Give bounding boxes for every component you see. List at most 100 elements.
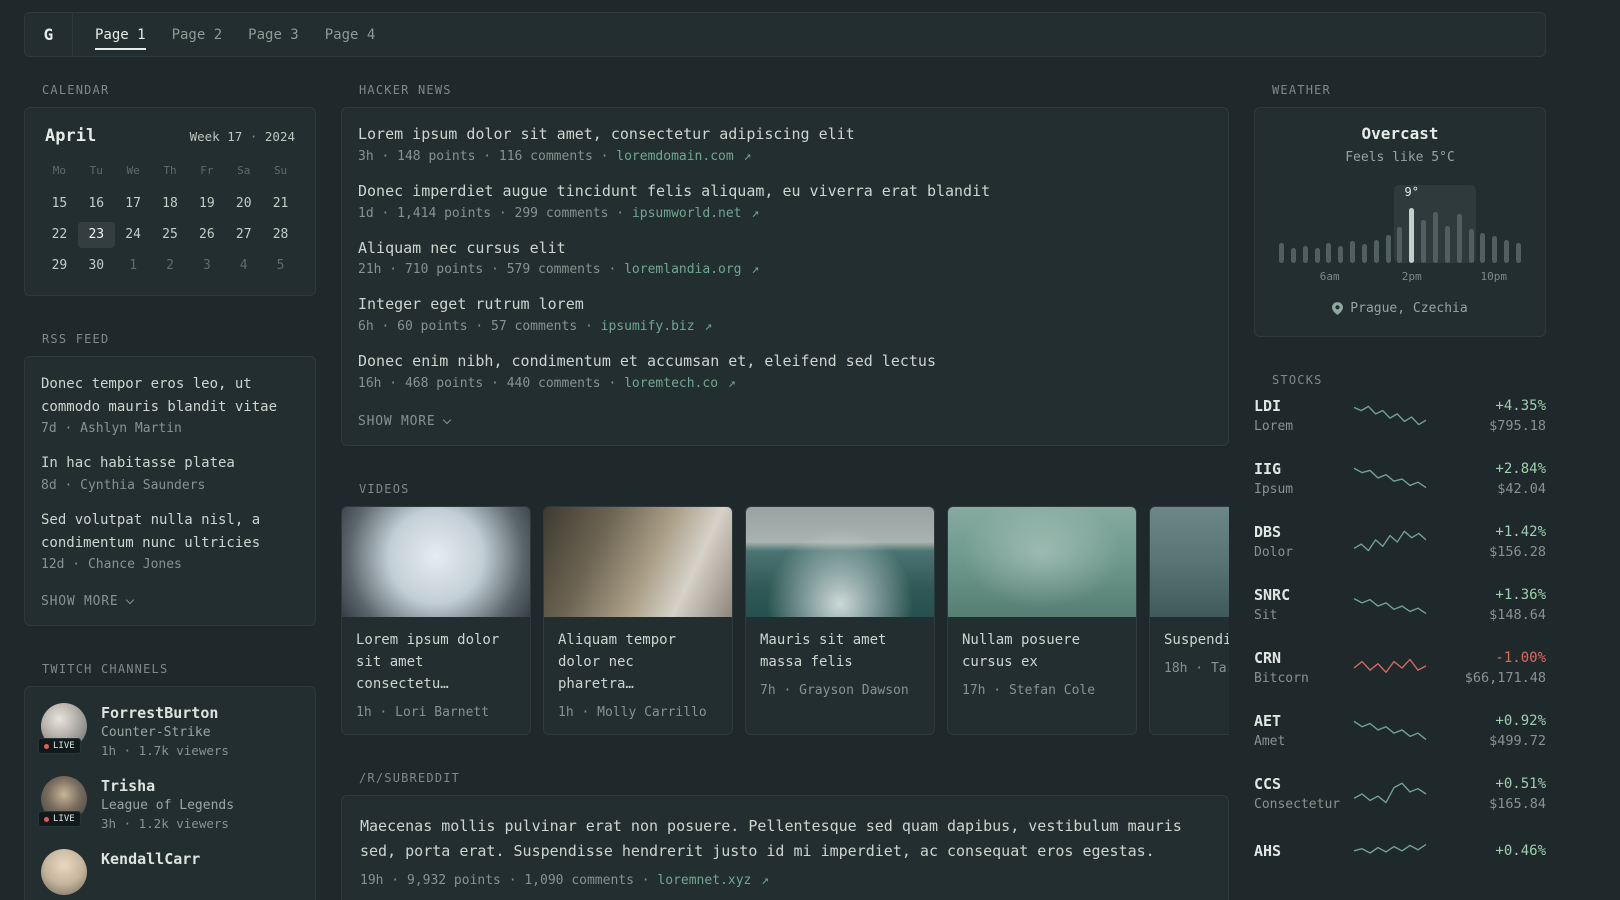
calendar-day: 22: [51, 227, 68, 242]
stock-row[interactable]: SNRC Sit +1.36% $148.64: [1254, 586, 1546, 623]
calendar-days-grid: 15 16 17 18 19 20 21 22 23 24 25 26 27 2…: [41, 191, 299, 279]
rss-item-title[interactable]: In hac habitasse platea: [41, 455, 235, 471]
twitch-channel-row[interactable]: LIVE ForrestBurton Counter-Strike 1h · 1…: [38, 703, 299, 758]
video-thumbnail[interactable]: [544, 506, 732, 617]
weather-feels-like: Feels like 5°C: [1345, 150, 1455, 165]
stock-row[interactable]: LDI Lorem +4.35% $795.18: [1254, 397, 1546, 434]
weather-bar: [1492, 236, 1498, 263]
hn-item-stats: 16h · 468 points · 440 comments ·: [358, 375, 625, 391]
stock-id: LDI Lorem: [1254, 397, 1346, 434]
video-thumbnail[interactable]: [1150, 506, 1229, 617]
calendar-day: 19: [199, 196, 215, 211]
twitch-channel-row[interactable]: LIVE Trisha League of Legends 3h · 1.2k …: [38, 776, 299, 832]
calendar-day: 17: [125, 196, 141, 211]
stock-row[interactable]: CRN Bitcorn -1.00% $66,171.48: [1254, 649, 1546, 686]
hn-item-domain-link[interactable]: loremdomain.com ↗: [616, 149, 751, 164]
weather-bar: [1290, 247, 1296, 263]
calendar-day-next-month: 5: [276, 258, 285, 273]
channel-meta: 3h · 1.2k viewers: [101, 816, 229, 832]
tab-page-1[interactable]: Page 1: [95, 13, 146, 56]
weather-card: Overcast Feels like 5°C 9° 6am 2pm 10pm Pr…: [1254, 107, 1546, 337]
calendar-week: Week 17: [189, 129, 243, 144]
video-thumbnail[interactable]: [948, 506, 1136, 617]
stock-sparkline: [1353, 597, 1427, 614]
stock-name: Ipsum: [1254, 482, 1294, 497]
weather-bar: [1515, 243, 1521, 263]
hn-item-domain-link[interactable]: ipsumworld.net ↗: [632, 206, 759, 221]
separator-dot: ·: [249, 129, 258, 144]
stock-change: +4.35%: [1495, 397, 1546, 414]
stock-sparkline: [1353, 843, 1427, 854]
hn-item-title[interactable]: Donec imperdiet augue tincidunt felis al…: [358, 182, 990, 200]
video-title[interactable]: Mauris sit amet massa felis: [760, 632, 886, 670]
weather-bar: [1326, 243, 1332, 263]
rss-item: In hac habitasse platea 8d · Cynthia Sau…: [41, 452, 299, 493]
rss-card: Donec tempor eros leo, ut commodo mauris…: [24, 356, 316, 627]
external-link-icon: ↗: [761, 872, 769, 888]
hn-item-domain-link[interactable]: ipsumify.biz ↗: [601, 319, 713, 334]
hn-item-title[interactable]: Integer eget rutrum lorem: [358, 295, 584, 313]
video-title[interactable]: Aliquam tempor dolor nec pharetra…: [558, 632, 676, 692]
subreddit-post-title[interactable]: Maecenas mollis pulvinar erat non posuer…: [360, 817, 1182, 861]
hn-item-title[interactable]: Donec enim nibh, condimentum et accumsan…: [358, 352, 936, 370]
app-logo[interactable]: G: [25, 13, 73, 56]
channel-name[interactable]: ForrestBurton: [101, 704, 218, 722]
calendar-day: 18: [162, 196, 178, 211]
channel-name[interactable]: KendallCarr: [101, 850, 200, 868]
stock-values: +0.51% $165.84: [1434, 776, 1546, 812]
left-column: CALENDAR April Week 17 · 2024 Mo Tu We T…: [24, 83, 316, 900]
video-title[interactable]: Suspendisse diam: [1164, 632, 1229, 648]
channel-name[interactable]: Trisha: [101, 777, 155, 795]
calendar-day: 29: [51, 258, 68, 273]
weather-location: Prague, Czechia: [1271, 301, 1529, 316]
calendar-widget-title: CALENDAR: [42, 83, 110, 97]
hn-item-domain-link[interactable]: loremlandia.org ↗: [624, 262, 759, 277]
stock-row[interactable]: IIG Ipsum +2.84% $42.04: [1254, 460, 1546, 497]
twitch-channel-row[interactable]: KendallCarr: [41, 849, 299, 896]
rss-item-title[interactable]: Donec tempor eros leo, ut commodo mauris…: [41, 376, 277, 415]
hn-item-title[interactable]: Aliquam nec cursus elit: [358, 239, 566, 257]
subreddit-post-domain-link[interactable]: loremnet.xyz ↗: [657, 873, 769, 888]
hn-item-title[interactable]: Lorem ipsum dolor sit amet, consectetur …: [358, 125, 855, 143]
stock-symbol: CRN: [1254, 649, 1282, 667]
hn-show-more-button[interactable]: SHOW MORE: [358, 414, 452, 429]
video-title[interactable]: Lorem ipsum dolor sit amet consectetu…: [356, 632, 499, 692]
stock-values: +1.36% $148.64: [1434, 587, 1546, 623]
stock-row[interactable]: AET Amet +0.92% $499.72: [1254, 712, 1546, 749]
tab-page-3[interactable]: Page 3: [248, 13, 299, 56]
calendar-day: 25: [162, 227, 178, 242]
tab-page-4[interactable]: Page 4: [325, 13, 376, 56]
stock-row[interactable]: CCS Consectetur +0.51% $165.84: [1254, 775, 1546, 812]
stock-row[interactable]: DBS Dolor +1.42% $156.28: [1254, 523, 1546, 560]
video-title[interactable]: Nullam posuere cursus ex: [962, 632, 1080, 670]
video-thumbnail[interactable]: [746, 506, 934, 617]
stock-name: Sit: [1254, 608, 1278, 623]
stocks-widget: STOCKS LDI Lorem +4.35% $795.18 IIG Ipsu…: [1254, 373, 1546, 868]
stock-sparkline: [1353, 720, 1427, 740]
subreddit-post: Maecenas mollis pulvinar erat non posuer…: [360, 814, 1210, 888]
stock-change: +0.46%: [1495, 843, 1546, 859]
stocks-widget-title: STOCKS: [1272, 373, 1323, 387]
stock-row[interactable]: AHS +0.46%: [1254, 838, 1546, 868]
videos-widget: VIDEOS Lorem ipsum dolor sit amet consec…: [341, 482, 1229, 735]
video-thumbnail[interactable]: [342, 506, 530, 617]
stock-symbol: AHS: [1254, 842, 1282, 860]
stock-id: SNRC Sit: [1254, 586, 1346, 623]
stock-name: Dolor: [1254, 545, 1294, 560]
stock-price: $165.84: [1489, 795, 1546, 812]
hn-item-domain-link[interactable]: loremtech.co ↗: [624, 376, 736, 391]
channel-category: Counter-Strike: [101, 725, 211, 741]
rss-item-title[interactable]: Sed volutpat nulla nisl, a condimentum n…: [41, 512, 260, 551]
video-card[interactable]: Suspendisse diam 18h · Tara: [1149, 505, 1229, 735]
video-card[interactable]: Lorem ipsum dolor sit amet consectetu… 1…: [341, 505, 531, 735]
subreddit-widget-title: /R/SUBREDDIT: [359, 770, 461, 785]
video-card[interactable]: Aliquam tempor dolor nec pharetra… 1h · …: [543, 505, 733, 735]
video-card[interactable]: Nullam posuere cursus ex 17h · Stefan Co…: [947, 505, 1137, 735]
hn-item-domain: loremtech.co: [624, 375, 719, 391]
external-link-icon: ↗: [704, 319, 713, 334]
rss-show-more-button[interactable]: SHOW MORE: [41, 594, 135, 609]
video-card[interactable]: Mauris sit amet massa felis 7h · Grayson…: [745, 505, 935, 735]
calendar-month: April: [45, 126, 97, 146]
tab-page-2[interactable]: Page 2: [172, 13, 223, 56]
hn-item: Aliquam nec cursus elit 21h · 710 points…: [358, 238, 1212, 278]
